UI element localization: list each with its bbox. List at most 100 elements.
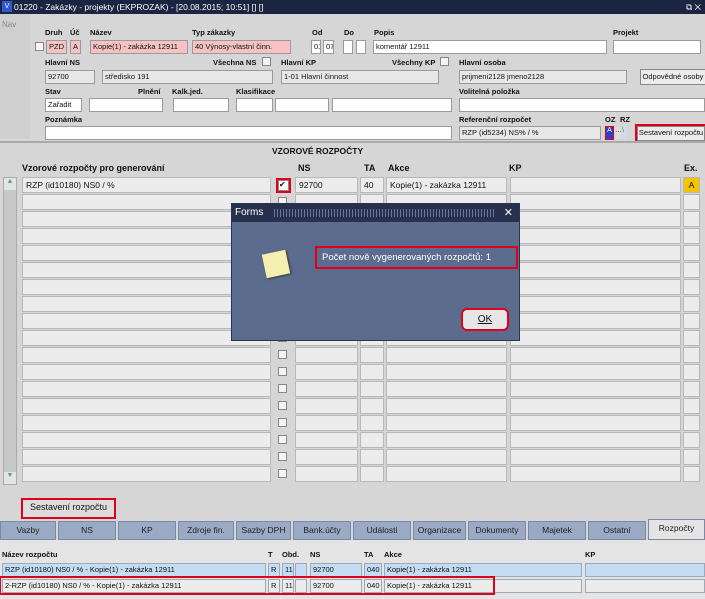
tab-9[interactable]: Majetek: [528, 521, 586, 540]
klasifikace-field-3[interactable]: [332, 98, 452, 112]
cell-akce[interactable]: [386, 398, 507, 414]
tab-6[interactable]: Události: [353, 521, 411, 540]
cell-kp[interactable]: [510, 262, 681, 278]
oz-indicator[interactable]: A: [605, 126, 614, 140]
cell-ta[interactable]: [360, 347, 384, 363]
vsechny-kp-checkbox[interactable]: [440, 57, 449, 66]
cell-kp[interactable]: [510, 415, 681, 431]
rozpocet-cell-t[interactable]: R: [268, 563, 280, 577]
nav-button[interactable]: Nav: [2, 20, 16, 29]
cell-kp[interactable]: [510, 347, 681, 363]
generate-checkbox[interactable]: [278, 350, 287, 359]
cell-akce[interactable]: [386, 415, 507, 431]
vsechna-ns-checkbox[interactable]: [262, 57, 271, 66]
cell-ns[interactable]: [295, 449, 358, 465]
cell-ex[interactable]: [683, 432, 700, 448]
od-month-field[interactable]: 07: [323, 40, 334, 54]
cell-name[interactable]: [22, 415, 271, 431]
tab-1[interactable]: NS: [58, 521, 116, 540]
cell-ta[interactable]: [360, 364, 384, 380]
cell-ns[interactable]: [295, 466, 358, 482]
ref-field[interactable]: RZP (id5234) NS% / %: [459, 126, 601, 140]
cell-akce[interactable]: [386, 432, 507, 448]
rozpocet-cell-ns[interactable]: 92700: [310, 563, 362, 577]
vertical-scrollbar[interactable]: ▲ ▼: [3, 177, 17, 485]
tab-5[interactable]: Bank.účty: [293, 521, 351, 540]
poznamka-field[interactable]: [45, 126, 452, 140]
cell-kp[interactable]: [510, 313, 681, 329]
cell-ex[interactable]: [683, 194, 700, 210]
cell-ta[interactable]: [360, 466, 384, 482]
cell-name[interactable]: [22, 347, 271, 363]
cell-name[interactable]: [22, 449, 271, 465]
cell-kp[interactable]: [510, 449, 681, 465]
popis-field[interactable]: komentář 12911: [373, 40, 607, 54]
cell-ex[interactable]: [683, 211, 700, 227]
cell-ta[interactable]: 40: [360, 177, 384, 193]
generate-checkbox[interactable]: [278, 418, 287, 427]
cell-ex[interactable]: [683, 262, 700, 278]
cell-ex[interactable]: [683, 228, 700, 244]
cell-kp[interactable]: [510, 330, 681, 346]
uc-field[interactable]: A: [70, 40, 81, 54]
cell-kp[interactable]: [510, 279, 681, 295]
generate-checkbox[interactable]: [278, 401, 287, 410]
sestaveni-rozpoctu-top-button[interactable]: Sestavení rozpočtu: [635, 124, 705, 143]
cell-kp[interactable]: [510, 194, 681, 210]
nazev-field[interactable]: Kopie(1) - zakázka 12911: [90, 40, 188, 54]
tab-3[interactable]: Zdroje fin.: [178, 521, 234, 540]
sestaveni-rozpoctu-button[interactable]: Sestavení rozpočtu: [21, 498, 116, 519]
cell-ta[interactable]: [360, 415, 384, 431]
cell-ex[interactable]: [683, 381, 700, 397]
cell-akce[interactable]: [386, 364, 507, 380]
cell-kp[interactable]: [510, 296, 681, 312]
generate-checkbox[interactable]: [278, 435, 287, 444]
do-day-field[interactable]: [343, 40, 353, 54]
ok-button[interactable]: OK: [461, 308, 509, 331]
generate-checkbox[interactable]: [278, 469, 287, 478]
druh-field[interactable]: PZD: [46, 40, 67, 54]
cell-ex[interactable]: [683, 415, 700, 431]
cell-name[interactable]: RZP (id10180) NS0 / %: [22, 177, 271, 193]
dialog-title-bar[interactable]: Forms ✕: [232, 204, 519, 222]
tab-2[interactable]: KP: [118, 521, 176, 540]
tab-11[interactable]: Rozpočty: [648, 519, 705, 540]
cell-ex[interactable]: [683, 330, 700, 346]
cell-ta[interactable]: [360, 381, 384, 397]
cell-kp[interactable]: [510, 228, 681, 244]
cell-name[interactable]: [22, 432, 271, 448]
cell-kp[interactable]: [510, 432, 681, 448]
projekt-field[interactable]: [613, 40, 701, 54]
cell-name[interactable]: [22, 364, 271, 380]
do-month-field[interactable]: [356, 40, 366, 54]
cell-ex[interactable]: [683, 449, 700, 465]
cell-ex[interactable]: A: [683, 177, 700, 193]
odpovedne-osoby-button[interactable]: Odpovědné osoby: [640, 69, 705, 85]
cell-kp[interactable]: [510, 364, 681, 380]
tab-4[interactable]: Sazby DPH: [236, 521, 291, 540]
hlavni-osoba-field[interactable]: prijmeni2128 jmeno2128: [459, 70, 627, 84]
rozpocet-cell-x[interactable]: [295, 563, 307, 577]
cell-kp[interactable]: [510, 177, 681, 193]
cell-ns[interactable]: [295, 364, 358, 380]
cell-ex[interactable]: [683, 466, 700, 482]
cell-kp[interactable]: [510, 381, 681, 397]
volitelna-field[interactable]: [459, 98, 705, 112]
klasifikace-field-2[interactable]: [275, 98, 329, 112]
cell-kp[interactable]: [510, 245, 681, 261]
generate-checkbox[interactable]: [278, 452, 287, 461]
cell-ns[interactable]: [295, 381, 358, 397]
close-window-icon[interactable]: ⧉ ✕: [686, 0, 701, 14]
scroll-up-icon[interactable]: ▲: [4, 178, 16, 190]
cell-ns[interactable]: 92700: [295, 177, 358, 193]
cell-name[interactable]: [22, 398, 271, 414]
generate-checkbox[interactable]: ✔: [276, 178, 291, 193]
typ-field[interactable]: 40 Výnosy-vlastní činn.: [192, 40, 291, 54]
row-checkbox[interactable]: [35, 42, 44, 51]
cell-ex[interactable]: [683, 313, 700, 329]
cell-ex[interactable]: [683, 347, 700, 363]
cell-ns[interactable]: [295, 347, 358, 363]
generate-checkbox[interactable]: [278, 367, 287, 376]
cell-kp[interactable]: [510, 398, 681, 414]
cell-ns[interactable]: [295, 398, 358, 414]
